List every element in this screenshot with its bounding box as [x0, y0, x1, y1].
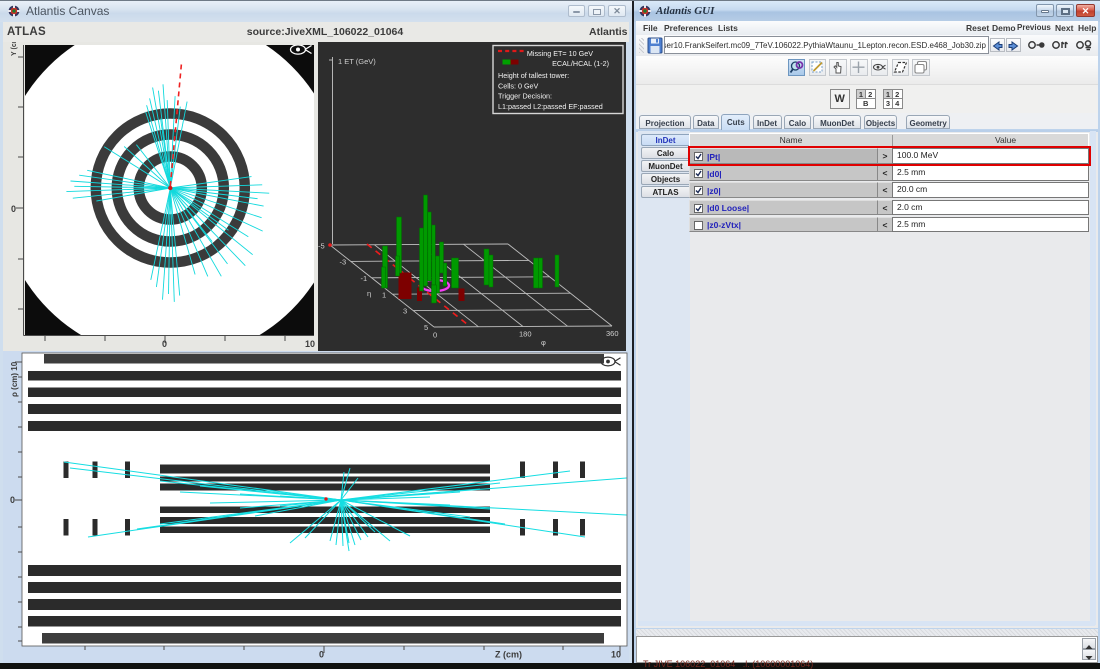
- svg-text:3: 3: [403, 307, 407, 316]
- svg-text:Trigger Decision:: Trigger Decision:: [498, 92, 552, 101]
- svg-text:-5: -5: [318, 242, 325, 251]
- svg-text:0: 0: [433, 331, 437, 340]
- svg-text:1: 1: [382, 291, 386, 300]
- svg-text:Missing ET= 10 GeV: Missing ET= 10 GeV: [527, 49, 593, 58]
- svg-text:Y (cm) 10: Y (cm) 10: [11, 42, 18, 56]
- svg-text:360: 360: [606, 329, 619, 338]
- svg-text:180: 180: [519, 330, 532, 339]
- svg-text:0: 0: [162, 339, 167, 349]
- svg-text:5: 5: [424, 323, 428, 332]
- svg-text:Height of tallest tower:: Height of tallest tower:: [498, 71, 569, 80]
- svg-text:1 ET (GeV): 1 ET (GeV): [338, 57, 376, 66]
- svg-text:ECAL/HCAL (1-2): ECAL/HCAL (1-2): [552, 59, 609, 68]
- svg-text:φ: φ: [541, 338, 546, 347]
- svg-text:0: 0: [319, 650, 324, 660]
- svg-text:10: 10: [305, 339, 315, 349]
- svg-text:ρ (cm) 10: ρ (cm) 10: [10, 361, 19, 397]
- svg-text:-3: -3: [340, 258, 347, 267]
- svg-text:-1: -1: [361, 274, 368, 283]
- svg-text:Cells: 0 GeV: Cells: 0 GeV: [498, 82, 539, 91]
- svg-text:L1:passed L2:passed EF:passed: L1:passed L2:passed EF:passed: [498, 102, 603, 111]
- svg-text:0: 0: [11, 204, 16, 214]
- svg-text:0: 0: [10, 495, 15, 505]
- svg-text:η: η: [367, 289, 371, 298]
- svg-text:Z (cm): Z (cm): [495, 650, 522, 660]
- svg-text:10: 10: [611, 650, 621, 660]
